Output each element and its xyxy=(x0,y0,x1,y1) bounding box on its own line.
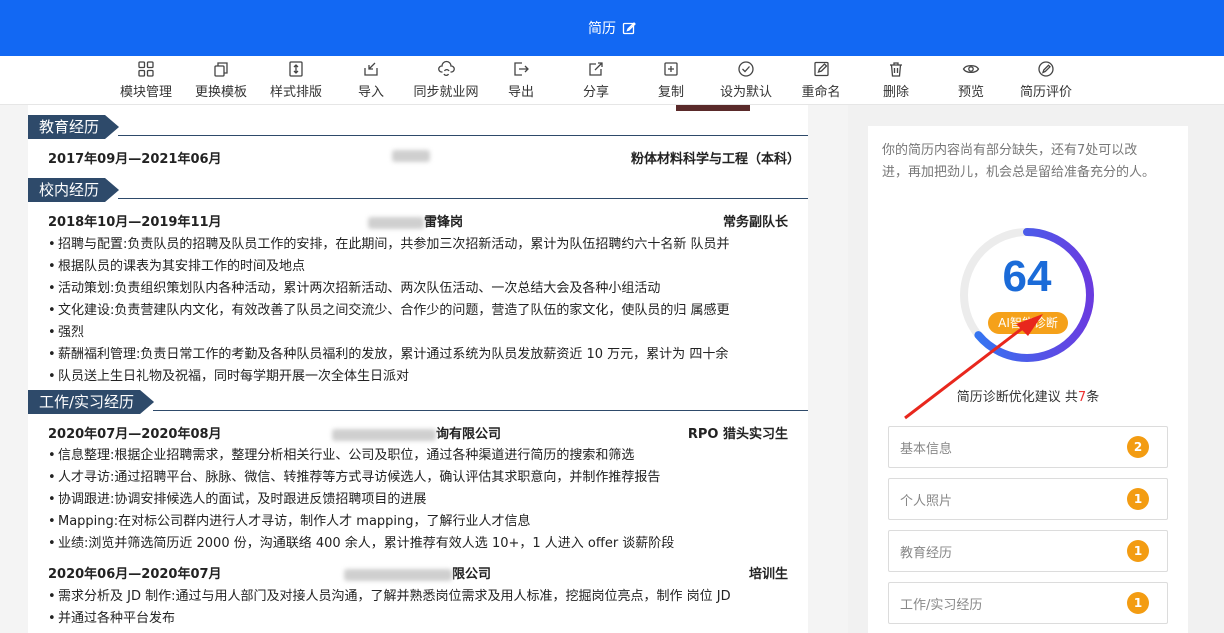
section-header-campus[interactable]: 校内经历 xyxy=(28,178,808,202)
change-template-button[interactable]: 更换模板 xyxy=(195,60,247,100)
suggestion-summary: 简历诊断优化建议 共7条 xyxy=(956,390,1100,405)
cloud-sync-icon xyxy=(437,60,455,76)
resume-evaluation-panel: 你的简历内容尚有部分缺失，还有7处可以改进，再加把劲儿，机会总是留给准备充分的人… xyxy=(868,126,1188,633)
redacted-school xyxy=(392,148,430,163)
redacted-company xyxy=(332,428,436,441)
set-default-button[interactable]: 设为默认 xyxy=(720,60,772,100)
delete-button[interactable]: 删除 xyxy=(883,60,909,100)
suggestion-item-basic-info[interactable]: 基本信息 2 xyxy=(888,426,1168,468)
redacted-org xyxy=(368,216,424,229)
section-header-education[interactable]: 教育经历 xyxy=(28,115,808,139)
eye-icon xyxy=(962,64,980,74)
import-icon xyxy=(364,62,378,76)
list-item[interactable]: 强烈 xyxy=(48,322,788,344)
module-manage-button[interactable]: 模块管理 xyxy=(120,60,172,100)
import-button[interactable]: 导入 xyxy=(358,60,384,100)
preview-button[interactable]: 预览 xyxy=(958,60,984,100)
duplicate-button[interactable]: 复制 xyxy=(658,60,684,100)
export-icon xyxy=(514,62,529,76)
work-entry[interactable]: 2020年06月—2020年07月 限公司 培训生 xyxy=(48,563,788,583)
export-button[interactable]: 导出 xyxy=(508,60,534,100)
list-item[interactable]: Mapping:在对标公司群内进行人才寻访，制作人才 mapping，了解行业人… xyxy=(48,511,788,533)
suggestion-item-education[interactable]: 教育经历 1 xyxy=(888,530,1168,572)
evaluation-intro: 你的简历内容尚有部分缺失，还有7处可以改进，再加把劲儿，机会总是留给准备充分的人… xyxy=(882,143,1156,180)
edit-title-icon[interactable] xyxy=(622,21,636,35)
campus-entry[interactable]: 2018年10月—2019年11月 雷锋岗 常务副队长 xyxy=(48,211,788,231)
suggestion-item-photo[interactable]: 个人照片 1 xyxy=(888,478,1168,520)
list-item[interactable]: 需求分析及 JD 制作:通过与用人部门及对接人员沟通，了解并熟悉岗位需求及用人标… xyxy=(48,586,788,608)
list-item[interactable]: 活动策划:负责组织策划队内各种活动，累计两次招新活动、两次队伍活动、一次总结大会… xyxy=(48,278,788,300)
list-item[interactable]: 队员送上生日礼物及祝福，同时每学期开展一次全体生日派对 xyxy=(48,366,788,388)
resume-canvas[interactable]: 教育经历 2017年09月—2021年06月 粉体材料科学与工程（本科） 校内经… xyxy=(0,105,848,633)
list-item[interactable]: 文化建设:负责营建队内文化，有效改善了队员之间交流少、合作少的问题，营造了队伍的… xyxy=(48,300,788,322)
grid-icon xyxy=(138,61,154,77)
sync-job-site-button[interactable]: 同步就业网 xyxy=(413,60,479,100)
check-circle-icon xyxy=(738,61,754,77)
resume-photo[interactable] xyxy=(676,105,750,111)
copy-icon xyxy=(214,62,228,77)
list-item[interactable]: 薪酬福利管理:负责日常工作的考勤及各种队员福利的发放，累计通过系统为队员发放薪资… xyxy=(48,344,788,366)
share-button[interactable]: 分享 xyxy=(583,60,609,100)
rename-icon xyxy=(813,61,829,77)
ai-diagnose-button[interactable]: AI智能诊断 xyxy=(988,312,1068,334)
resume-review-button[interactable]: 简历评价 xyxy=(1020,60,1072,100)
count-badge: 2 xyxy=(1127,436,1149,458)
count-badge: 1 xyxy=(1127,592,1149,614)
score-value: 64 xyxy=(1002,252,1052,301)
list-item[interactable]: 根据队员的课表为其安排工作的时间及地点 xyxy=(48,256,788,278)
share-icon xyxy=(589,62,603,76)
section-header-work[interactable]: 工作/实习经历 xyxy=(28,390,808,414)
trash-icon xyxy=(889,62,902,77)
count-badge: 1 xyxy=(1127,540,1149,562)
list-item[interactable]: 协调跟进:协调安排候选人的面试，及时跟进反馈招聘项目的进展 xyxy=(48,489,788,511)
list-item[interactable]: 招聘与配置:负责队员的招聘及队员工作的安排，在此期间，共参加三次招新活动，累计为… xyxy=(48,234,788,256)
duplicate-icon xyxy=(664,62,678,76)
suggestion-item-work[interactable]: 工作/实习经历 1 xyxy=(888,582,1168,624)
rename-button[interactable]: 重命名 xyxy=(801,60,841,100)
list-item[interactable]: 信息整理:根据企业招聘需求，整理分析相关行业、公司及职位，通过各种渠道进行简历的… xyxy=(48,445,788,467)
work-entry[interactable]: 2020年07月—2020年08月 询有限公司 RPO 猎头实习生 xyxy=(48,423,788,443)
count-badge: 1 xyxy=(1127,488,1149,510)
resume-paper[interactable]: 教育经历 2017年09月—2021年06月 粉体材料科学与工程（本科） 校内经… xyxy=(28,105,808,633)
list-item[interactable]: 人才寻访:通过招聘平台、脉脉、微信、转推荐等方式寻访候选人，确认评估其求职意向，… xyxy=(48,467,788,489)
page-title: 简历 xyxy=(588,21,616,37)
list-item[interactable]: 并通过各种平台发布 xyxy=(48,608,788,630)
style-layout-button[interactable]: 样式排版 xyxy=(270,60,322,100)
toolbar: 模块管理 更换模板 样式排版 导入 同步就业网 导出 分享 复制 设为默认 重命… xyxy=(0,56,1224,105)
layout-icon xyxy=(289,61,303,77)
education-entry[interactable]: 2017年09月—2021年06月 粉体材料科学与工程（本科） xyxy=(48,148,800,168)
top-header: 简历 xyxy=(0,0,1224,56)
list-item[interactable]: 业绩:浏览并筛选简历近 2000 份，沟通联络 400 余人，累计推荐有效人选 … xyxy=(48,533,788,555)
review-icon xyxy=(1038,61,1054,77)
redacted-company xyxy=(344,568,452,581)
